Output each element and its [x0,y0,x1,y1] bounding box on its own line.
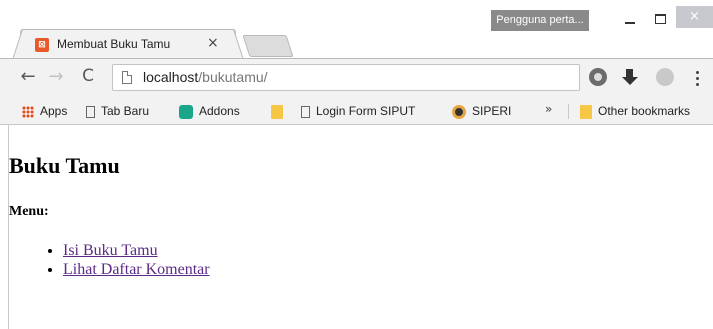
bookmark-apps-label: Apps [40,104,68,118]
title-bar: ⊠ Membuat Buku Tamu × Pengguna perta... … [0,0,713,60]
maximize-icon[interactable] [647,10,673,28]
menu-icon[interactable] [692,66,702,90]
bookmark-login-form[interactable]: Login Form SIPUT [301,102,415,120]
tab-title: Membuat Buku Tamu [57,37,171,51]
back-icon[interactable]: ← [16,66,40,90]
list-item: Isi Buku Tamu [63,241,210,260]
tab-membuat-buku-tamu[interactable]: ⊠ Membuat Buku Tamu × [20,29,236,60]
favicon-icon: ⊠ [35,38,49,52]
bookmark-apps[interactable]: Apps [22,102,67,120]
bookmark-tab-baru-label: Tab Baru [101,104,150,118]
bookmark-other-label: Other bookmarks [598,104,691,118]
list-item: Lihat Daftar Komentar [63,260,210,279]
bookmarks-divider [568,104,569,119]
bookmark-siperi[interactable]: SIPERI [452,102,511,120]
page-title: Buku Tamu [9,153,120,178]
folder-icon [271,104,283,119]
forward-icon[interactable]: → [44,66,68,90]
browser-toolbar: ← → C localhost/bukutamu/ [0,58,713,96]
menu-list: Isi Buku Tamu Lihat Daftar Komentar [9,241,210,279]
profile-button[interactable]: Pengguna perta... [491,10,589,31]
globe-icon[interactable] [656,68,674,86]
new-tab-button[interactable] [242,35,294,57]
bookmarks-bar: Apps Tab Baru Addons Login Form SIPUT SI… [0,96,713,125]
bookmark-siperi-label: SIPERI [472,104,512,118]
link-lihat-daftar-komentar[interactable]: Lihat Daftar Komentar [63,261,210,278]
menu-label: Menu: [9,204,49,219]
bookmark-addons[interactable]: Addons [179,102,240,120]
bookmark-login-form-label: Login Form SIPUT [316,104,416,118]
folder-icon [580,104,592,119]
close-window-icon[interactable]: × [676,6,713,28]
reload-icon[interactable]: C [76,66,100,90]
siperi-icon [452,104,466,119]
bookmark-tab-baru[interactable]: Tab Baru [86,102,149,120]
url-path: /bukutamu/ [198,69,268,85]
minimize-icon[interactable] [617,10,643,28]
url-text[interactable]: localhost/bukutamu/ [143,69,268,85]
url-host: localhost [143,69,199,85]
puzzle-icon [179,104,193,119]
download-icon[interactable] [621,68,639,86]
page-icon [301,105,310,118]
address-bar[interactable]: localhost/bukutamu/ [112,64,580,91]
tab-close-icon[interactable]: × [207,35,219,51]
bookmark-folder[interactable] [271,102,289,120]
page-icon [122,71,132,84]
extension-film-icon[interactable] [589,68,607,86]
bookmark-addons-label: Addons [199,104,240,118]
page-icon [86,105,95,118]
apps-icon [22,105,34,118]
browser-window: ⊠ Membuat Buku Tamu × Pengguna perta... … [0,0,713,329]
page-content: Buku Tamu Menu: Isi Buku Tamu Lihat Daft… [8,125,712,329]
more-bookmarks-button[interactable]: » [545,102,552,116]
link-isi-buku-tamu[interactable]: Isi Buku Tamu [63,242,158,259]
bookmark-other[interactable]: Other bookmarks [580,102,690,120]
